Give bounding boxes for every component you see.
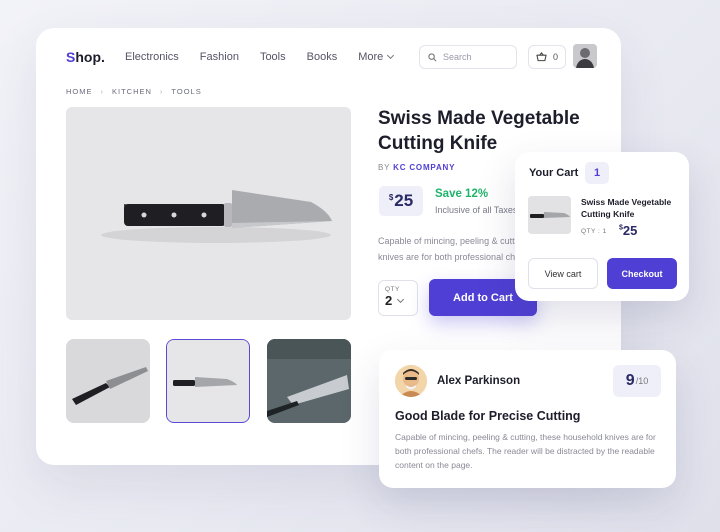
cart-item-image [528, 196, 571, 234]
user-avatar[interactable] [573, 44, 597, 68]
main-nav: Electronics Fashion Tools Books More [125, 51, 395, 63]
cart-popover: Your Cart 1 Swiss Made Vegetable Cutting… [515, 152, 689, 301]
cart-item-name: Swiss Made Vegetable Cutting Knife [581, 197, 672, 219]
qty-label: QTY [385, 286, 400, 293]
thumbnail-3[interactable] [267, 339, 351, 423]
cart-button[interactable]: 0 [528, 45, 566, 69]
checkout-button[interactable]: Checkout [607, 258, 677, 289]
chevron-down-icon [397, 295, 405, 303]
review-headline: Good Blade for Precise Cutting [395, 409, 581, 423]
review-body: Capable of mincing, peeling & cutting, t… [395, 432, 656, 470]
nav-tools[interactable]: Tools [260, 51, 286, 63]
nav-more[interactable]: More [358, 51, 395, 63]
crumb-separator: › [100, 87, 104, 96]
review-card: Alex Parkinson 9/10 Good Blade for Preci… [379, 350, 676, 488]
crumb-separator: › [159, 87, 164, 96]
cart-item-price: $25 [619, 223, 638, 238]
search-input[interactable]: Search [419, 45, 517, 69]
nav-books[interactable]: Books [307, 51, 338, 63]
thumbnail-2[interactable] [166, 339, 250, 423]
product-image-main [66, 107, 351, 320]
price-badge: $25 [379, 186, 423, 216]
product-title: Swiss Made Vegetable Cutting Knife [378, 108, 580, 154]
product-description: Capable of mincing, peeling & cutting, t… [378, 236, 526, 262]
cart-title: Your Cart [529, 167, 579, 179]
breadcrumb: HOME › KITCHEN › TOOLS [66, 87, 202, 96]
nav-electronics[interactable]: Electronics [125, 51, 179, 63]
discount-label: Save 12% [435, 188, 489, 200]
shop-logo[interactable]: Shop. [66, 49, 105, 65]
crumb-kitchen[interactable]: KITCHEN [112, 87, 152, 96]
thumbnail-1[interactable] [66, 339, 150, 423]
tax-note: Inclusive of all Taxes [435, 205, 518, 215]
cart-count-badge: 1 [585, 162, 609, 184]
reviewer-avatar [395, 365, 427, 397]
cart-item-qty: QTY : 1 [581, 228, 607, 235]
search-icon [428, 52, 437, 61]
cart-count: 0 [552, 52, 558, 62]
qty-value: 2 [385, 293, 393, 308]
product-brand: BY KC COMPANY [378, 163, 456, 172]
crumb-tools[interactable]: TOOLS [171, 87, 201, 96]
review-score: 9/10 [613, 365, 661, 397]
basket-icon [536, 52, 547, 62]
crumb-home[interactable]: HOME [66, 87, 93, 96]
nav-fashion[interactable]: Fashion [200, 51, 239, 63]
chevron-down-icon [387, 51, 395, 60]
search-placeholder: Search [443, 52, 472, 62]
brand-link[interactable]: KC COMPANY [393, 163, 455, 172]
reviewer-name: Alex Parkinson [437, 375, 521, 387]
view-cart-button[interactable]: View cart [528, 258, 598, 289]
quantity-select[interactable]: QTY 2 [378, 280, 418, 316]
